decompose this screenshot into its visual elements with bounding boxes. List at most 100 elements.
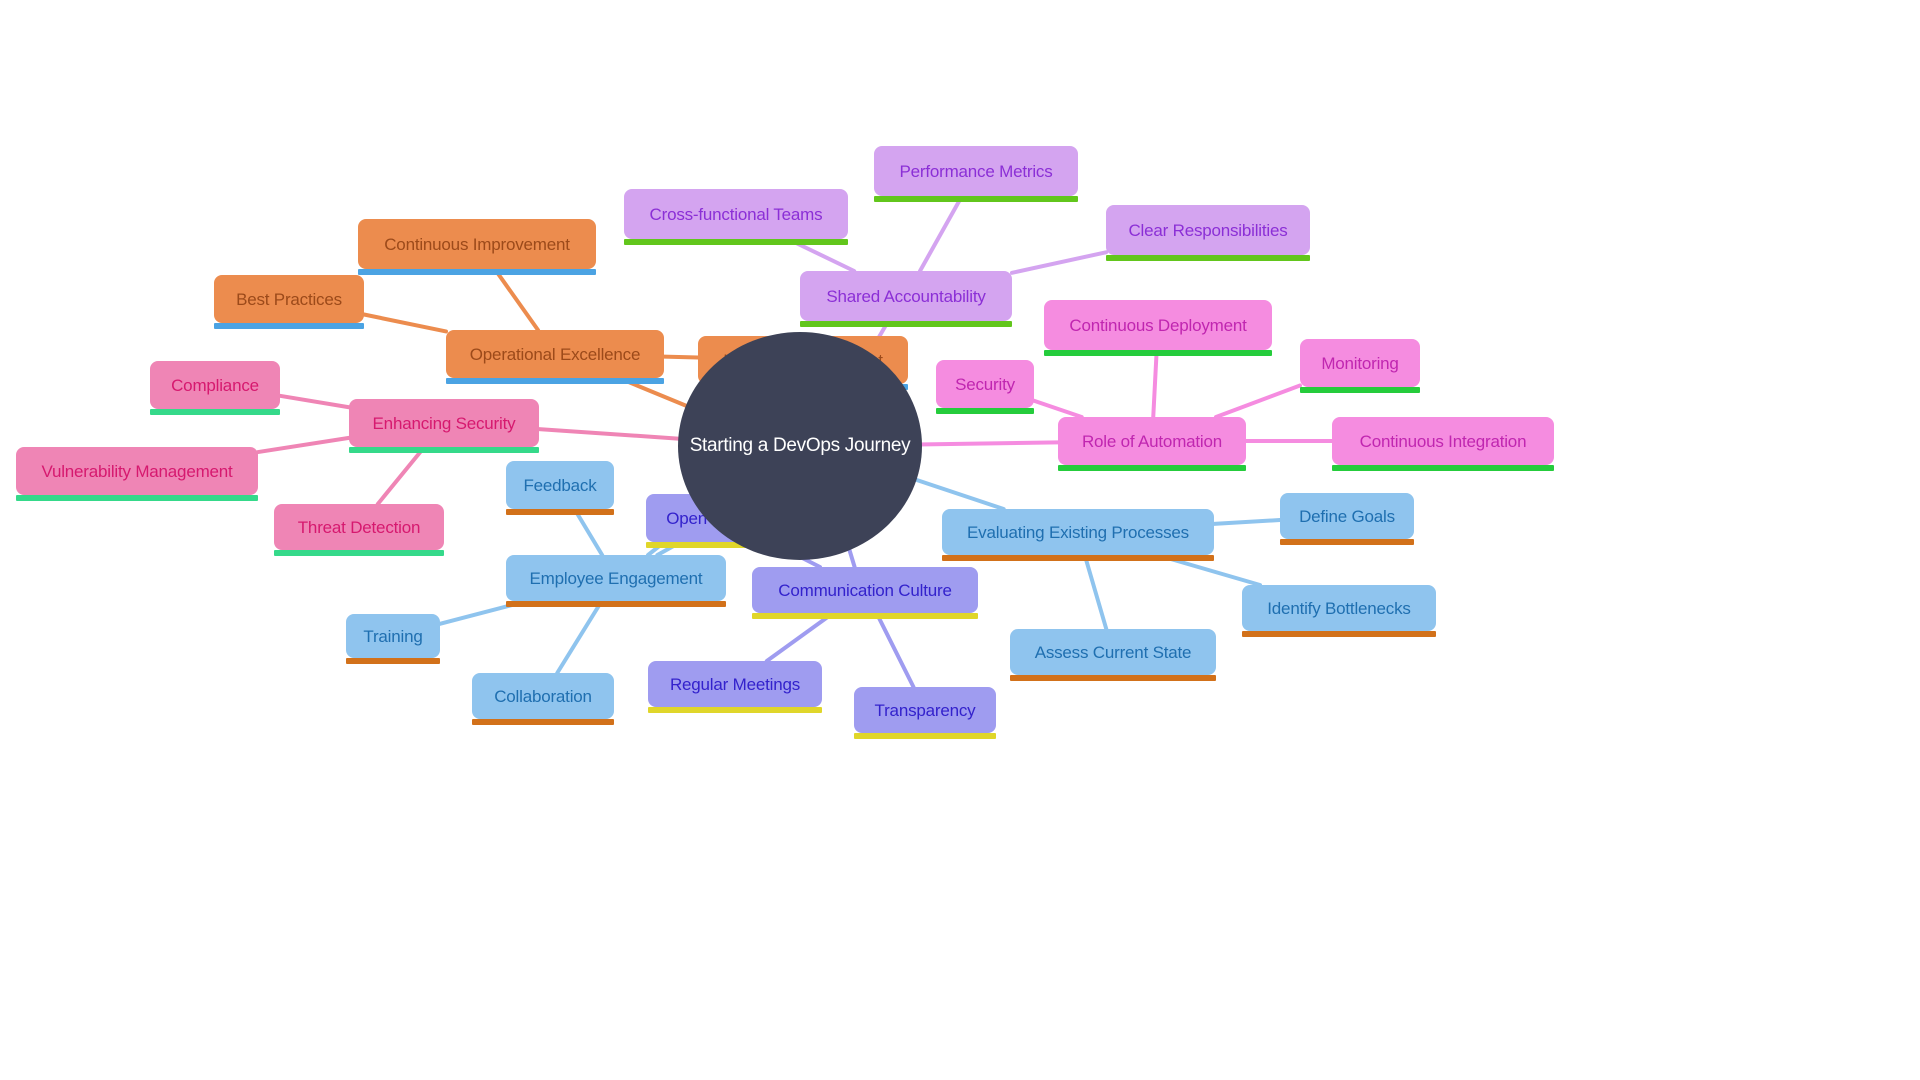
mindmap-node-compliance[interactable]: Compliance <box>150 361 280 415</box>
node-underline <box>16 495 258 501</box>
mindmap-edge-communication-culture-to-regular-meetings <box>764 611 836 663</box>
mindmap-node-continuous-improvement[interactable]: Continuous Improvement <box>358 219 596 275</box>
node-underline <box>1044 350 1272 356</box>
node-label: Regular Meetings <box>669 674 801 694</box>
node-label: Collaboration <box>494 686 592 706</box>
node-underline <box>506 601 726 607</box>
node-underline <box>150 409 280 415</box>
mindmap-node-feedback[interactable]: Feedback <box>506 461 614 515</box>
mindmap-edge-role-of-automation-to-security <box>1032 398 1084 419</box>
mindmap-node-identify-bottlenecks[interactable]: Identify Bottlenecks <box>1242 585 1436 637</box>
mindmap-edge-employee-engagement-to-feedback <box>572 507 605 557</box>
mindmap-central-node[interactable]: Starting a DevOps Journey <box>678 332 922 560</box>
mindmap-node-continuous-integration[interactable]: Continuous Integration <box>1332 417 1554 471</box>
node-label: Cross-functional Teams <box>649 204 823 224</box>
node-label: Best Practices <box>236 289 342 309</box>
node-underline <box>358 269 596 275</box>
mindmap-node-collaboration[interactable]: Collaboration <box>472 673 614 725</box>
mindmap-node-vulnerability-management[interactable]: Vulnerability Management <box>16 447 258 501</box>
node-underline <box>854 733 996 739</box>
mindmap-node-best-practices[interactable]: Best Practices <box>214 275 364 329</box>
mindmap-node-transparency[interactable]: Transparency <box>854 687 996 739</box>
node-underline <box>274 550 444 556</box>
node-underline <box>446 378 664 384</box>
node-label: Threat Detection <box>297 517 421 537</box>
node-label: Feedback <box>523 475 597 495</box>
mindmap-edge-operational-excellence-to-incident-management <box>662 354 700 360</box>
node-underline <box>506 509 614 515</box>
mindmap-edge-enhancing-security-to-vulnerability-management <box>256 435 351 455</box>
node-underline <box>648 707 822 713</box>
mindmap-node-cross-functional-teams[interactable]: Cross-functional Teams <box>624 189 848 245</box>
mindmap-node-training[interactable]: Training <box>346 614 440 664</box>
mindmap-edge-role-of-automation-to-monitoring <box>1214 383 1302 419</box>
node-underline <box>1106 255 1310 261</box>
mindmap-node-threat-detection[interactable]: Threat Detection <box>274 504 444 556</box>
mindmap-node-evaluating-existing-processes[interactable]: Evaluating Existing Processes <box>942 509 1214 561</box>
node-underline <box>942 555 1214 561</box>
mindmap-edge-employee-engagement-to-collaboration <box>555 599 604 675</box>
mindmap-node-operational-excellence[interactable]: Operational Excellence <box>446 330 664 384</box>
node-underline <box>874 196 1078 202</box>
mindmap-node-continuous-deployment[interactable]: Continuous Deployment <box>1044 300 1272 356</box>
mindmap-edge-operational-excellence-to-continuous-improvement <box>492 267 540 332</box>
node-underline <box>1010 675 1216 681</box>
mindmap-edge-evaluating-existing-processes-to-assess-current-state <box>1082 553 1109 631</box>
node-label: Monitoring <box>1321 353 1399 373</box>
node-underline <box>1242 631 1436 637</box>
node-label: Communication Culture <box>778 580 952 600</box>
node-underline <box>1332 465 1554 471</box>
mindmap-node-security[interactable]: Security <box>936 360 1034 414</box>
node-label: Shared Accountability <box>826 286 986 306</box>
node-underline <box>472 719 614 725</box>
node-label: Operational Excellence <box>469 344 641 364</box>
mindmap-edge-operational-excellence-to-best-practices <box>362 312 448 334</box>
node-underline <box>214 323 364 329</box>
node-label: Continuous Improvement <box>384 234 570 254</box>
mindmap-node-performance-metrics[interactable]: Performance Metrics <box>874 146 1078 202</box>
mindmap-edge-central-to-enhancing-security <box>537 427 686 441</box>
node-label: Identify Bottlenecks <box>1267 598 1411 618</box>
node-label: Define Goals <box>1299 506 1395 526</box>
mindmap-node-shared-accountability[interactable]: Shared Accountability <box>800 271 1012 327</box>
node-label: Continuous Integration <box>1359 431 1527 451</box>
node-label: Assess Current State <box>1034 642 1192 662</box>
mindmap-canvas: Performance Metrics Cross-functional Team… <box>0 0 1920 1080</box>
node-label: Compliance <box>171 375 259 395</box>
node-label: Continuous Deployment <box>1069 315 1247 335</box>
mindmap-edge-enhancing-security-to-threat-detection <box>375 445 427 506</box>
mindmap-edge-role-of-automation-to-continuous-deployment <box>1151 348 1159 419</box>
mindmap-node-regular-meetings[interactable]: Regular Meetings <box>648 661 822 713</box>
node-underline <box>1058 465 1246 471</box>
node-underline <box>752 613 978 619</box>
mindmap-node-enhancing-security[interactable]: Enhancing Security <box>349 399 539 453</box>
node-underline <box>936 408 1034 414</box>
mindmap-node-monitoring[interactable]: Monitoring <box>1300 339 1420 393</box>
mindmap-node-employee-engagement[interactable]: Employee Engagement <box>506 555 726 607</box>
mindmap-node-assess-current-state[interactable]: Assess Current State <box>1010 629 1216 681</box>
node-underline <box>800 321 1012 327</box>
mindmap-edge-evaluating-existing-processes-to-define-goals <box>1212 517 1282 526</box>
mindmap-edge-communication-culture-to-transparency <box>874 611 916 689</box>
mindmap-edge-central-to-role-of-automation <box>915 440 1060 447</box>
node-underline <box>1300 387 1420 393</box>
node-label: Evaluating Existing Processes <box>967 522 1189 542</box>
node-label: Training <box>363 626 423 646</box>
node-label: Transparency <box>874 700 976 720</box>
node-label: Employee Engagement <box>529 568 703 588</box>
mindmap-node-communication-culture[interactable]: Communication Culture <box>752 567 978 619</box>
node-underline <box>1280 539 1414 545</box>
mindmap-node-clear-responsibilities[interactable]: Clear Responsibilities <box>1106 205 1310 261</box>
node-underline <box>624 239 848 245</box>
central-node-label: Starting a DevOps Journey <box>689 435 911 456</box>
node-label: Clear Responsibilities <box>1128 220 1288 240</box>
mindmap-node-define-goals[interactable]: Define Goals <box>1280 493 1414 545</box>
node-underline <box>346 658 440 664</box>
mindmap-node-role-of-automation[interactable]: Role of Automation <box>1058 417 1246 471</box>
node-label: Role of Automation <box>1081 431 1223 451</box>
mindmap-edge-central-to-evaluating-existing-processes <box>909 476 1006 511</box>
mindmap-edge-enhancing-security-to-compliance <box>278 393 351 410</box>
node-label: Security <box>955 374 1015 394</box>
mindmap-edge-shared-accountability-to-clear-responsibilities <box>1010 250 1108 275</box>
mindmap-edge-shared-accountability-to-performance-metrics <box>918 194 964 273</box>
